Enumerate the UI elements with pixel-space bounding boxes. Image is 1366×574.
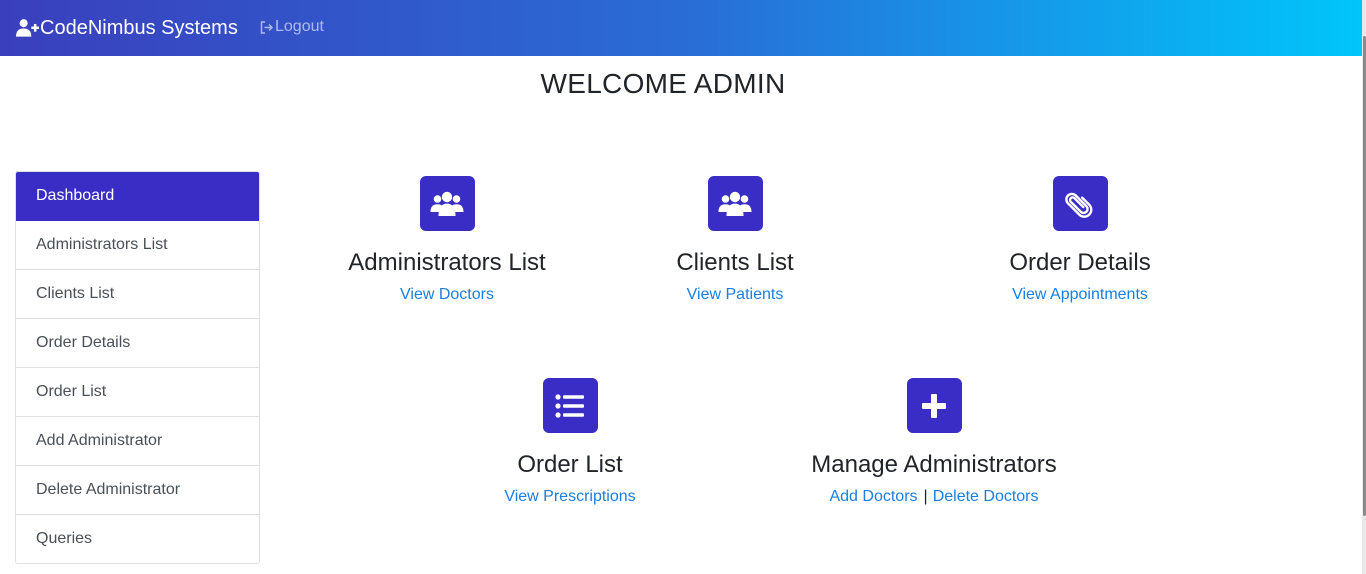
card-links: Add Doctors | Delete Doctors (804, 488, 1064, 506)
sidebar-item-queries[interactable]: Queries (16, 515, 259, 563)
view-appointments-link[interactable]: View Appointments (1012, 286, 1148, 304)
card-title: Order Details (1009, 249, 1151, 276)
sidebar-item-order-details[interactable]: Order Details (16, 319, 259, 368)
card-title: Clients List (676, 249, 794, 276)
sidebar-item-order-list[interactable]: Order List (16, 368, 259, 417)
brand-name: CodeNimbus Systems (40, 16, 238, 39)
plus-square-icon (906, 378, 962, 433)
card-title: Order List (517, 451, 623, 478)
sidebar-menu: Dashboard Administrators List Clients Li… (15, 171, 260, 564)
sidebar-item-clients-list[interactable]: Clients List (16, 270, 259, 319)
delete-doctors-link[interactable]: Delete Doctors (933, 488, 1039, 506)
scrollbar[interactable] (1362, 0, 1366, 574)
user-plus-icon (16, 19, 39, 37)
sidebar-item-add-administrator[interactable]: Add Administrator (16, 417, 259, 466)
logout-label: Logout (275, 18, 324, 35)
sidebar-item-administrators-list[interactable]: Administrators List (16, 221, 259, 270)
card-manage-administrators: Manage Administrators Add Doctors | Delete… (804, 378, 1064, 506)
top-navbar: CodeNimbus Systems Logout (0, 0, 1366, 56)
sign-out-icon (260, 20, 274, 34)
sidebar-item-dashboard[interactable]: Dashboard (16, 172, 259, 221)
view-patients-link[interactable]: View Patients (687, 286, 784, 304)
logout-link[interactable]: Logout (260, 18, 324, 36)
card-clients-list: Clients List View Patients (660, 176, 810, 304)
brand-link[interactable]: CodeNimbus Systems (16, 14, 238, 42)
users-icon (419, 176, 475, 231)
users-icon (707, 176, 763, 231)
view-doctors-link[interactable]: View Doctors (400, 286, 494, 304)
sidebar-item-delete-administrator[interactable]: Delete Administrator (16, 466, 259, 515)
list-icon (542, 378, 598, 433)
link-separator: | (923, 488, 928, 505)
add-doctors-link[interactable]: Add Doctors (829, 488, 917, 506)
view-prescriptions-link[interactable]: View Prescriptions (504, 488, 635, 506)
card-order-list: Order List View Prescriptions (490, 378, 650, 506)
paperclip-icon (1052, 176, 1108, 231)
card-title: Manage Administrators (811, 451, 1057, 478)
card-order-details: Order Details View Appointments (990, 176, 1170, 304)
card-administrators-list: Administrators List View Doctors (346, 176, 548, 304)
page-title: WELCOME ADMIN (540, 68, 786, 99)
card-title: Administrators List (348, 249, 546, 276)
